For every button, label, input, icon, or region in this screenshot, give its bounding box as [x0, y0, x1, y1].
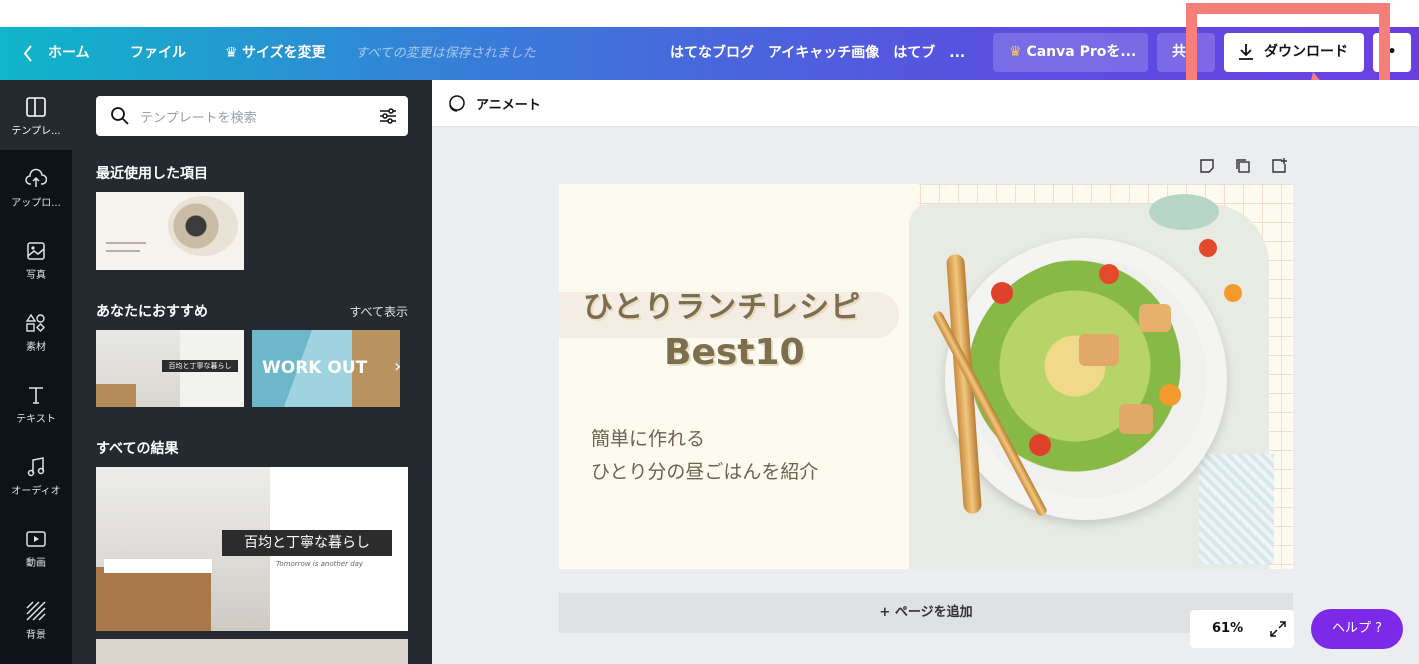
template-photo-detail — [96, 567, 211, 631]
animate-icon — [449, 95, 465, 112]
rail-item-video[interactable]: 動画 — [0, 512, 72, 582]
crown-icon: ♛ — [1009, 44, 1022, 60]
rail-item-text[interactable]: テキスト — [0, 368, 72, 438]
rail-item-audio[interactable]: オーディオ — [0, 440, 72, 510]
text-backdrop — [559, 184, 919, 569]
rail-label-photos: 写真 — [26, 270, 46, 281]
template-photo-detail — [104, 559, 212, 573]
rail-item-templates[interactable]: テンプレ... — [0, 80, 72, 150]
rail-label-text: テキスト — [16, 414, 56, 425]
animate-button[interactable]: アニメート — [476, 94, 541, 113]
recent-heading: 最近使用した項目 — [96, 166, 208, 182]
rail-label-uploads: アップロ... — [11, 198, 61, 209]
cloud-upload-icon — [25, 168, 47, 187]
all-results-heading: すべての結果 — [96, 441, 179, 457]
tomato — [1159, 384, 1181, 406]
template-text-line — [106, 242, 146, 244]
resize-button[interactable]: サイズを変更 — [242, 27, 326, 80]
thumb-3-subcaption: Tomorrow is another day — [276, 560, 364, 568]
design-title-line2: Best10 — [664, 332, 805, 373]
tomato — [1199, 239, 1217, 257]
result-thumb-2[interactable] — [96, 639, 408, 664]
video-icon — [26, 531, 46, 547]
file-menu[interactable]: ファイル — [130, 27, 186, 80]
zoom-level: 61% — [1212, 621, 1244, 636]
help-button[interactable]: ヘルプ ? — [1311, 609, 1403, 649]
thumb-3-caption: 百均と丁寧な暮らし — [222, 530, 392, 556]
tomato — [1224, 284, 1242, 302]
tomato — [1029, 434, 1051, 456]
canva-pro-button[interactable]: ♛ Canva Proを... — [993, 33, 1148, 72]
rail-label-video: 動画 — [26, 558, 46, 569]
home-link[interactable]: ホーム — [48, 27, 90, 80]
crouton — [1139, 304, 1171, 332]
template-photo — [168, 196, 238, 256]
rail-label-templates: テンプレ... — [11, 126, 61, 137]
image-icon — [27, 242, 45, 260]
crouton — [1119, 404, 1153, 434]
crouton — [1079, 334, 1119, 366]
thumb-1-caption: 百均と丁寧な暮らし — [162, 360, 238, 372]
tomato — [1099, 264, 1119, 284]
rail-label-background: 背景 — [26, 630, 46, 641]
recommend-thumb-1[interactable]: 百均と丁寧な暮らし — [96, 330, 244, 407]
back-chevron-icon[interactable] — [22, 27, 34, 80]
recommend-thumb-2[interactable]: WORK OUT — [252, 330, 400, 407]
add-page-icon[interactable] — [1270, 157, 1288, 175]
note-icon[interactable] — [1198, 157, 1216, 175]
add-page-button[interactable]: + ページを追加 — [559, 593, 1293, 633]
canva-editor: ホーム ファイル ♛ サイズを変更 すべての変更は保存されました はてなブログ … — [0, 0, 1419, 664]
editor-subbar: アニメート — [432, 80, 1419, 127]
template-photo-detail — [96, 384, 136, 407]
rail-item-photos[interactable]: 写真 — [0, 224, 72, 294]
search-icon — [111, 107, 129, 125]
rail-label-audio: オーディオ — [11, 486, 61, 497]
zoom-control[interactable]: 61% — [1190, 610, 1294, 648]
document-title[interactable]: はてなブログ アイキャッチ画像 はてブ ... — [670, 27, 965, 80]
rail-label-elements: 素材 — [26, 342, 46, 353]
recommend-heading: あなたにおすすめ — [96, 304, 208, 320]
rail-item-background[interactable]: 背景 — [0, 584, 72, 654]
save-status: すべての変更は保存されました — [355, 46, 536, 61]
fullscreen-icon[interactable] — [1269, 620, 1287, 638]
rail-item-uploads[interactable]: アップロ... — [0, 152, 72, 222]
layout-icon — [26, 97, 46, 117]
template-search-box[interactable]: テンプレートを検索 — [96, 96, 408, 136]
search-placeholder: テンプレートを検索 — [140, 111, 257, 126]
thumb-2-caption: WORK OUT — [262, 358, 368, 378]
recent-template-thumb[interactable] — [96, 192, 244, 270]
shapes-icon — [25, 313, 45, 332]
show-all-link[interactable]: すべて表示 — [349, 303, 408, 320]
rail-item-elements[interactable]: 素材 — [0, 296, 72, 366]
design-sub-line2: ひとり分の昼ごはんを紹介 — [591, 461, 819, 483]
napkin-shape — [1199, 454, 1274, 564]
result-thumb-1[interactable]: 百均と丁寧な暮らし Tomorrow is another day — [96, 467, 408, 631]
text-icon — [29, 387, 43, 404]
design-sub-line1: 簡単に作れる — [591, 428, 706, 450]
templates-panel: テンプレートを検索 最近使用した項目 あなたにおすすめ すべて表示 百均と丁寧な… — [72, 80, 432, 664]
design-title-line1: ひとりランチレシピ — [583, 290, 862, 325]
music-icon — [27, 457, 45, 477]
duplicate-page-icon[interactable] — [1234, 157, 1252, 175]
template-text-line — [106, 250, 140, 252]
carousel-next-chevron-icon[interactable]: › — [394, 356, 401, 377]
teal-leaf-shape — [1149, 194, 1219, 230]
background-icon — [26, 601, 46, 621]
canva-pro-label: Canva Proを... — [1026, 44, 1137, 60]
tomato — [991, 282, 1013, 304]
left-icon-rail: テンプレ... アップロ... 写真 素材 テキスト オーディオ 動画 背景 — [0, 80, 72, 664]
editor-workarea: アニメート ひとりランチレシピ Best10 簡単に作れる ひとり分の昼ごはんを… — [432, 80, 1419, 664]
design-canvas[interactable]: ひとりランチレシピ Best10 簡単に作れる ひとり分の昼ごはんを紹介 — [559, 184, 1293, 569]
filter-sliders-icon[interactable] — [378, 106, 398, 126]
crown-icon: ♛ — [225, 45, 238, 61]
